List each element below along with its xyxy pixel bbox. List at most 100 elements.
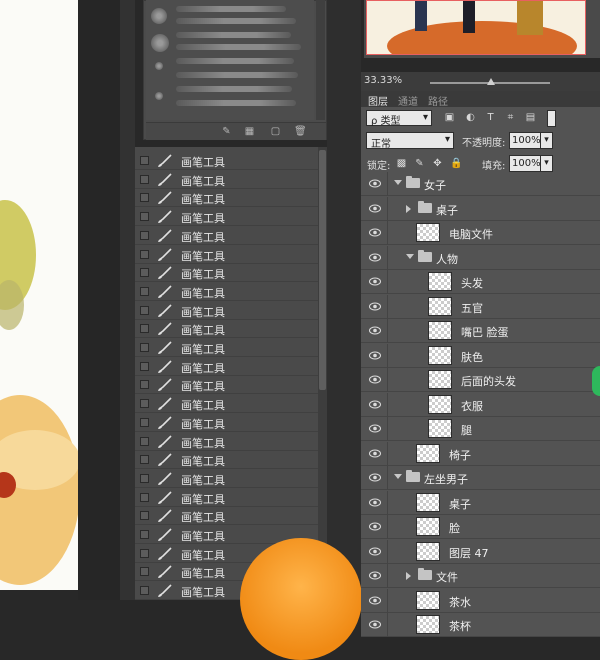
toggle-brush-panel-icon[interactable]: ✎: [221, 126, 232, 137]
history-snapshot-checkbox[interactable]: [140, 399, 149, 409]
history-snapshot-checkbox[interactable]: [140, 586, 149, 596]
history-snapshot-checkbox[interactable]: [140, 511, 149, 521]
history-state-row[interactable]: 画笔工具: [135, 489, 318, 507]
history-state-row[interactable]: 画笔工具: [135, 264, 318, 283]
history-snapshot-checkbox[interactable]: [140, 380, 149, 390]
chevron-down-icon[interactable]: [406, 253, 414, 259]
history-scrollbar-thumb[interactable]: [319, 150, 326, 390]
history-state-row[interactable]: 画笔工具: [135, 302, 318, 320]
layer-row[interactable]: 脸: [361, 515, 600, 539]
chevron-down-icon[interactable]: [394, 474, 402, 479]
chevron-right-icon[interactable]: [406, 572, 411, 580]
brush-preset-list[interactable]: [146, 0, 314, 120]
type-filter-icon[interactable]: T: [485, 112, 496, 123]
history-snapshot-checkbox[interactable]: [140, 473, 149, 483]
layer-row[interactable]: 嘴巴 脸蛋: [361, 319, 600, 343]
layer-row[interactable]: 茶水: [361, 588, 600, 613]
history-state-row[interactable]: 画笔工具: [135, 171, 318, 189]
history-snapshot-checkbox[interactable]: [140, 455, 149, 465]
chevron-right-icon[interactable]: [406, 204, 411, 213]
eye-icon[interactable]: [369, 351, 381, 360]
layer-row[interactable]: 电脑文件: [361, 221, 600, 245]
history-snapshot-checkbox[interactable]: [140, 230, 149, 240]
history-snapshot-checkbox[interactable]: [140, 530, 149, 539]
history-snapshot-checkbox[interactable]: [140, 492, 149, 502]
history-state-row[interactable]: 画笔工具: [135, 358, 318, 376]
blend-mode-select[interactable]: 正常 ▾: [366, 132, 454, 150]
history-snapshot-checkbox[interactable]: [140, 548, 149, 558]
history-state-row[interactable]: 画笔工具: [135, 414, 318, 432]
eye-icon[interactable]: [369, 375, 381, 384]
history-snapshot-checkbox[interactable]: [140, 268, 149, 278]
layer-row[interactable]: 椅子: [361, 441, 600, 466]
navigator-preview[interactable]: [366, 0, 586, 55]
brush-preset-tip[interactable]: [155, 62, 163, 70]
layer-group-row[interactable]: 女子: [361, 172, 600, 196]
brush-preset-tip[interactable]: [155, 92, 163, 100]
history-snapshot-checkbox[interactable]: [140, 156, 149, 165]
history-snapshot-checkbox[interactable]: [140, 436, 149, 446]
floating-green-widget[interactable]: [592, 366, 600, 396]
eye-icon[interactable]: [369, 326, 381, 335]
history-state-row[interactable]: 画笔工具: [135, 470, 318, 488]
history-snapshot-checkbox[interactable]: [140, 417, 149, 427]
adjustment-filter-icon[interactable]: ◐: [465, 112, 476, 123]
history-state-row[interactable]: 画笔工具: [135, 283, 318, 301]
layer-group-row[interactable]: 文件: [361, 564, 600, 588]
layer-row[interactable]: 桌子: [361, 490, 600, 515]
history-state-row[interactable]: 画笔工具: [135, 208, 318, 227]
shape-filter-icon[interactable]: ⌗: [505, 112, 516, 123]
lock-transparent-icon[interactable]: ▩: [396, 158, 407, 169]
eye-icon[interactable]: [369, 400, 381, 409]
history-snapshot-checkbox[interactable]: [140, 193, 149, 203]
layer-row[interactable]: 图层 47: [361, 539, 600, 564]
lock-all-icon[interactable]: 🔒: [450, 158, 462, 169]
grid-view-icon[interactable]: ▦: [244, 126, 255, 137]
zoom-slider-knob[interactable]: [487, 78, 495, 85]
history-snapshot-checkbox[interactable]: [140, 361, 149, 371]
history-snapshot-checkbox[interactable]: [140, 324, 149, 334]
layer-group-row[interactable]: 人物: [361, 245, 600, 270]
eye-icon[interactable]: [369, 498, 381, 507]
history-state-row[interactable]: 画笔工具: [135, 376, 318, 395]
eye-icon[interactable]: [369, 547, 381, 556]
history-state-row[interactable]: 画笔工具: [135, 507, 318, 526]
eye-icon[interactable]: [369, 620, 381, 629]
trash-icon[interactable]: 🗑: [294, 126, 307, 137]
history-state-row[interactable]: 画笔工具: [135, 395, 318, 414]
eye-icon[interactable]: [369, 253, 381, 262]
history-snapshot-checkbox[interactable]: [140, 343, 149, 352]
eye-icon[interactable]: [369, 204, 381, 213]
history-state-row[interactable]: 画笔工具: [135, 227, 318, 245]
layer-filter-select[interactable]: ρ 类型 ▾: [366, 110, 432, 127]
history-snapshot-checkbox[interactable]: [140, 286, 149, 296]
eye-icon[interactable]: [369, 424, 381, 433]
eye-icon[interactable]: [369, 179, 381, 188]
tab-channels[interactable]: 通道: [398, 93, 418, 108]
eye-icon[interactable]: [369, 522, 381, 531]
opacity-dropdown-button[interactable]: ▾: [540, 132, 553, 149]
eye-icon[interactable]: [369, 277, 381, 286]
history-snapshot-checkbox[interactable]: [140, 249, 149, 259]
layer-row[interactable]: 腿: [361, 417, 600, 441]
eye-icon[interactable]: [369, 596, 381, 605]
history-state-row[interactable]: 画笔工具: [135, 451, 318, 470]
document-canvas[interactable]: [0, 0, 78, 590]
eye-icon[interactable]: [369, 449, 381, 458]
layer-row[interactable]: 后面的头发: [361, 368, 600, 392]
history-state-row[interactable]: 画笔工具: [135, 433, 318, 451]
brush-preset-tip[interactable]: [151, 8, 167, 24]
brush-panel-scrollbar[interactable]: [316, 0, 325, 120]
eye-icon[interactable]: [369, 571, 381, 580]
fill-dropdown-button[interactable]: ▾: [540, 155, 553, 172]
layer-row[interactable]: 五官: [361, 294, 600, 319]
eye-icon[interactable]: [369, 302, 381, 311]
pixel-filter-icon[interactable]: ▣: [444, 112, 455, 123]
history-state-row[interactable]: 画笔工具: [135, 152, 318, 170]
layer-group-row[interactable]: 左坐男子: [361, 466, 600, 490]
eye-icon[interactable]: [369, 473, 381, 482]
history-state-row[interactable]: 画笔工具: [135, 246, 318, 264]
zoom-level[interactable]: 33.33%: [364, 75, 402, 86]
history-snapshot-checkbox[interactable]: [140, 212, 149, 222]
history-state-row[interactable]: 画笔工具: [135, 339, 318, 357]
